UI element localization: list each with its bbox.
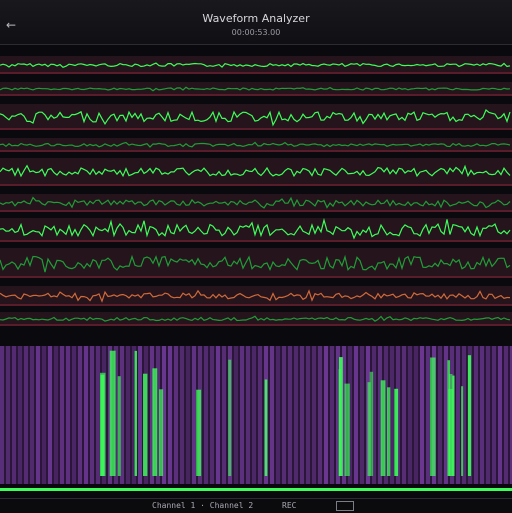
spectrogram-burst <box>152 368 158 476</box>
status-bar: Channel 1 · Channel 2 REC <box>0 498 512 513</box>
spectrogram-column <box>294 346 298 484</box>
spectrogram-column <box>42 346 46 484</box>
spectrogram-burst <box>339 357 343 476</box>
spectrogram-burst <box>467 355 472 476</box>
spectrogram-column <box>240 346 244 484</box>
spectrogram-column <box>78 346 82 484</box>
window-subtitle: 00:00:53.00 <box>231 28 281 37</box>
spectrogram-column <box>12 346 16 484</box>
window-title: Waveform Analyzer <box>202 12 310 25</box>
spectrogram-column <box>54 346 58 484</box>
spectrogram-column <box>204 346 208 484</box>
spectrogram-column <box>90 346 94 484</box>
spectrogram-column <box>300 346 304 484</box>
spectrogram-column <box>306 346 310 484</box>
spectrogram-burst <box>228 359 232 476</box>
spectrogram-burst <box>264 379 268 476</box>
spectrogram-burst <box>380 380 386 476</box>
spectrogram-column <box>438 346 442 484</box>
spectrogram-burst <box>394 388 399 476</box>
status-record-label: REC <box>282 501 297 510</box>
spectrogram-column <box>324 346 328 484</box>
spectrogram-burst <box>117 376 121 476</box>
spectrogram-column <box>246 346 250 484</box>
spectrogram-column <box>60 346 64 484</box>
title-bar: ← Waveform Analyzer 00:00:53.00 <box>0 0 512 45</box>
spectrogram-burst <box>369 371 374 476</box>
spectrogram-column <box>318 346 322 484</box>
track-lane[interactable] <box>0 312 512 326</box>
playhead-baseline <box>0 488 512 491</box>
spectrogram-column <box>480 346 484 484</box>
spectrogram-column <box>492 346 496 484</box>
record-toggle[interactable] <box>336 501 354 511</box>
spectrogram-column <box>168 346 172 484</box>
spectrogram-column <box>48 346 52 484</box>
spectrogram-burst <box>430 357 436 476</box>
spectrogram-column <box>234 346 238 484</box>
spectrogram-burst <box>158 389 164 476</box>
spectrogram-column <box>6 346 10 484</box>
spectrogram-column <box>426 346 430 484</box>
spectrogram-column <box>36 346 40 484</box>
spectrogram-column <box>252 346 256 484</box>
track-lane[interactable] <box>0 194 512 212</box>
spectrogram-column <box>414 346 418 484</box>
spectrogram-burst <box>387 387 391 476</box>
spectrogram-column <box>360 346 364 484</box>
spectrogram-column <box>210 346 214 484</box>
spectrogram-column <box>402 346 406 484</box>
spectrogram-column <box>18 346 22 484</box>
waveform-tracks[interactable] <box>0 50 512 496</box>
spectrogram-column <box>486 346 490 484</box>
spectrogram-column <box>270 346 274 484</box>
spectrogram-column <box>276 346 280 484</box>
spectrogram-burst <box>461 386 464 476</box>
spectrogram-column <box>408 346 412 484</box>
track-lane[interactable] <box>0 286 512 306</box>
spectrogram-column <box>0 346 4 484</box>
spectrogram-column <box>180 346 184 484</box>
spectrogram-column <box>174 346 178 484</box>
spectrogram-column <box>216 346 220 484</box>
spectrogram-column <box>24 346 28 484</box>
status-channel-label: Channel 1 · Channel 2 <box>152 501 254 510</box>
spectrogram-burst <box>100 374 105 476</box>
spectrogram-column <box>282 346 286 484</box>
spectrogram-burst <box>143 373 148 476</box>
spectrogram-column <box>72 346 76 484</box>
spectrogram-column <box>498 346 502 484</box>
spectrogram-column <box>66 346 70 484</box>
spectrogram-burst <box>134 350 137 476</box>
spectrogram-column <box>504 346 508 484</box>
spectrogram-column <box>138 346 142 484</box>
spectrogram-column <box>258 346 262 484</box>
spectrogram-column <box>222 346 226 484</box>
spectrogram-column <box>330 346 334 484</box>
spectrogram-column <box>84 346 88 484</box>
spectrogram-burst <box>447 360 450 476</box>
spectrogram-burst <box>109 350 116 476</box>
spectrogram-column <box>354 346 358 484</box>
spectrogram-burst <box>452 375 455 476</box>
spectrogram-burst <box>344 383 350 476</box>
spectrogram-column <box>126 346 130 484</box>
spectrogram-column <box>186 346 190 484</box>
spectrogram-column <box>474 346 478 484</box>
track-lane[interactable] <box>0 138 512 152</box>
spectrogram-column <box>312 346 316 484</box>
spectrogram-burst <box>196 389 202 476</box>
spectrogram-column <box>192 346 196 484</box>
spectrogram-column <box>96 346 100 484</box>
spectrogram-column <box>456 346 460 484</box>
spectrogram-column <box>390 346 394 484</box>
spectrogram-column <box>288 346 292 484</box>
spectrogram-column <box>420 346 424 484</box>
spectrogram-column <box>30 346 34 484</box>
